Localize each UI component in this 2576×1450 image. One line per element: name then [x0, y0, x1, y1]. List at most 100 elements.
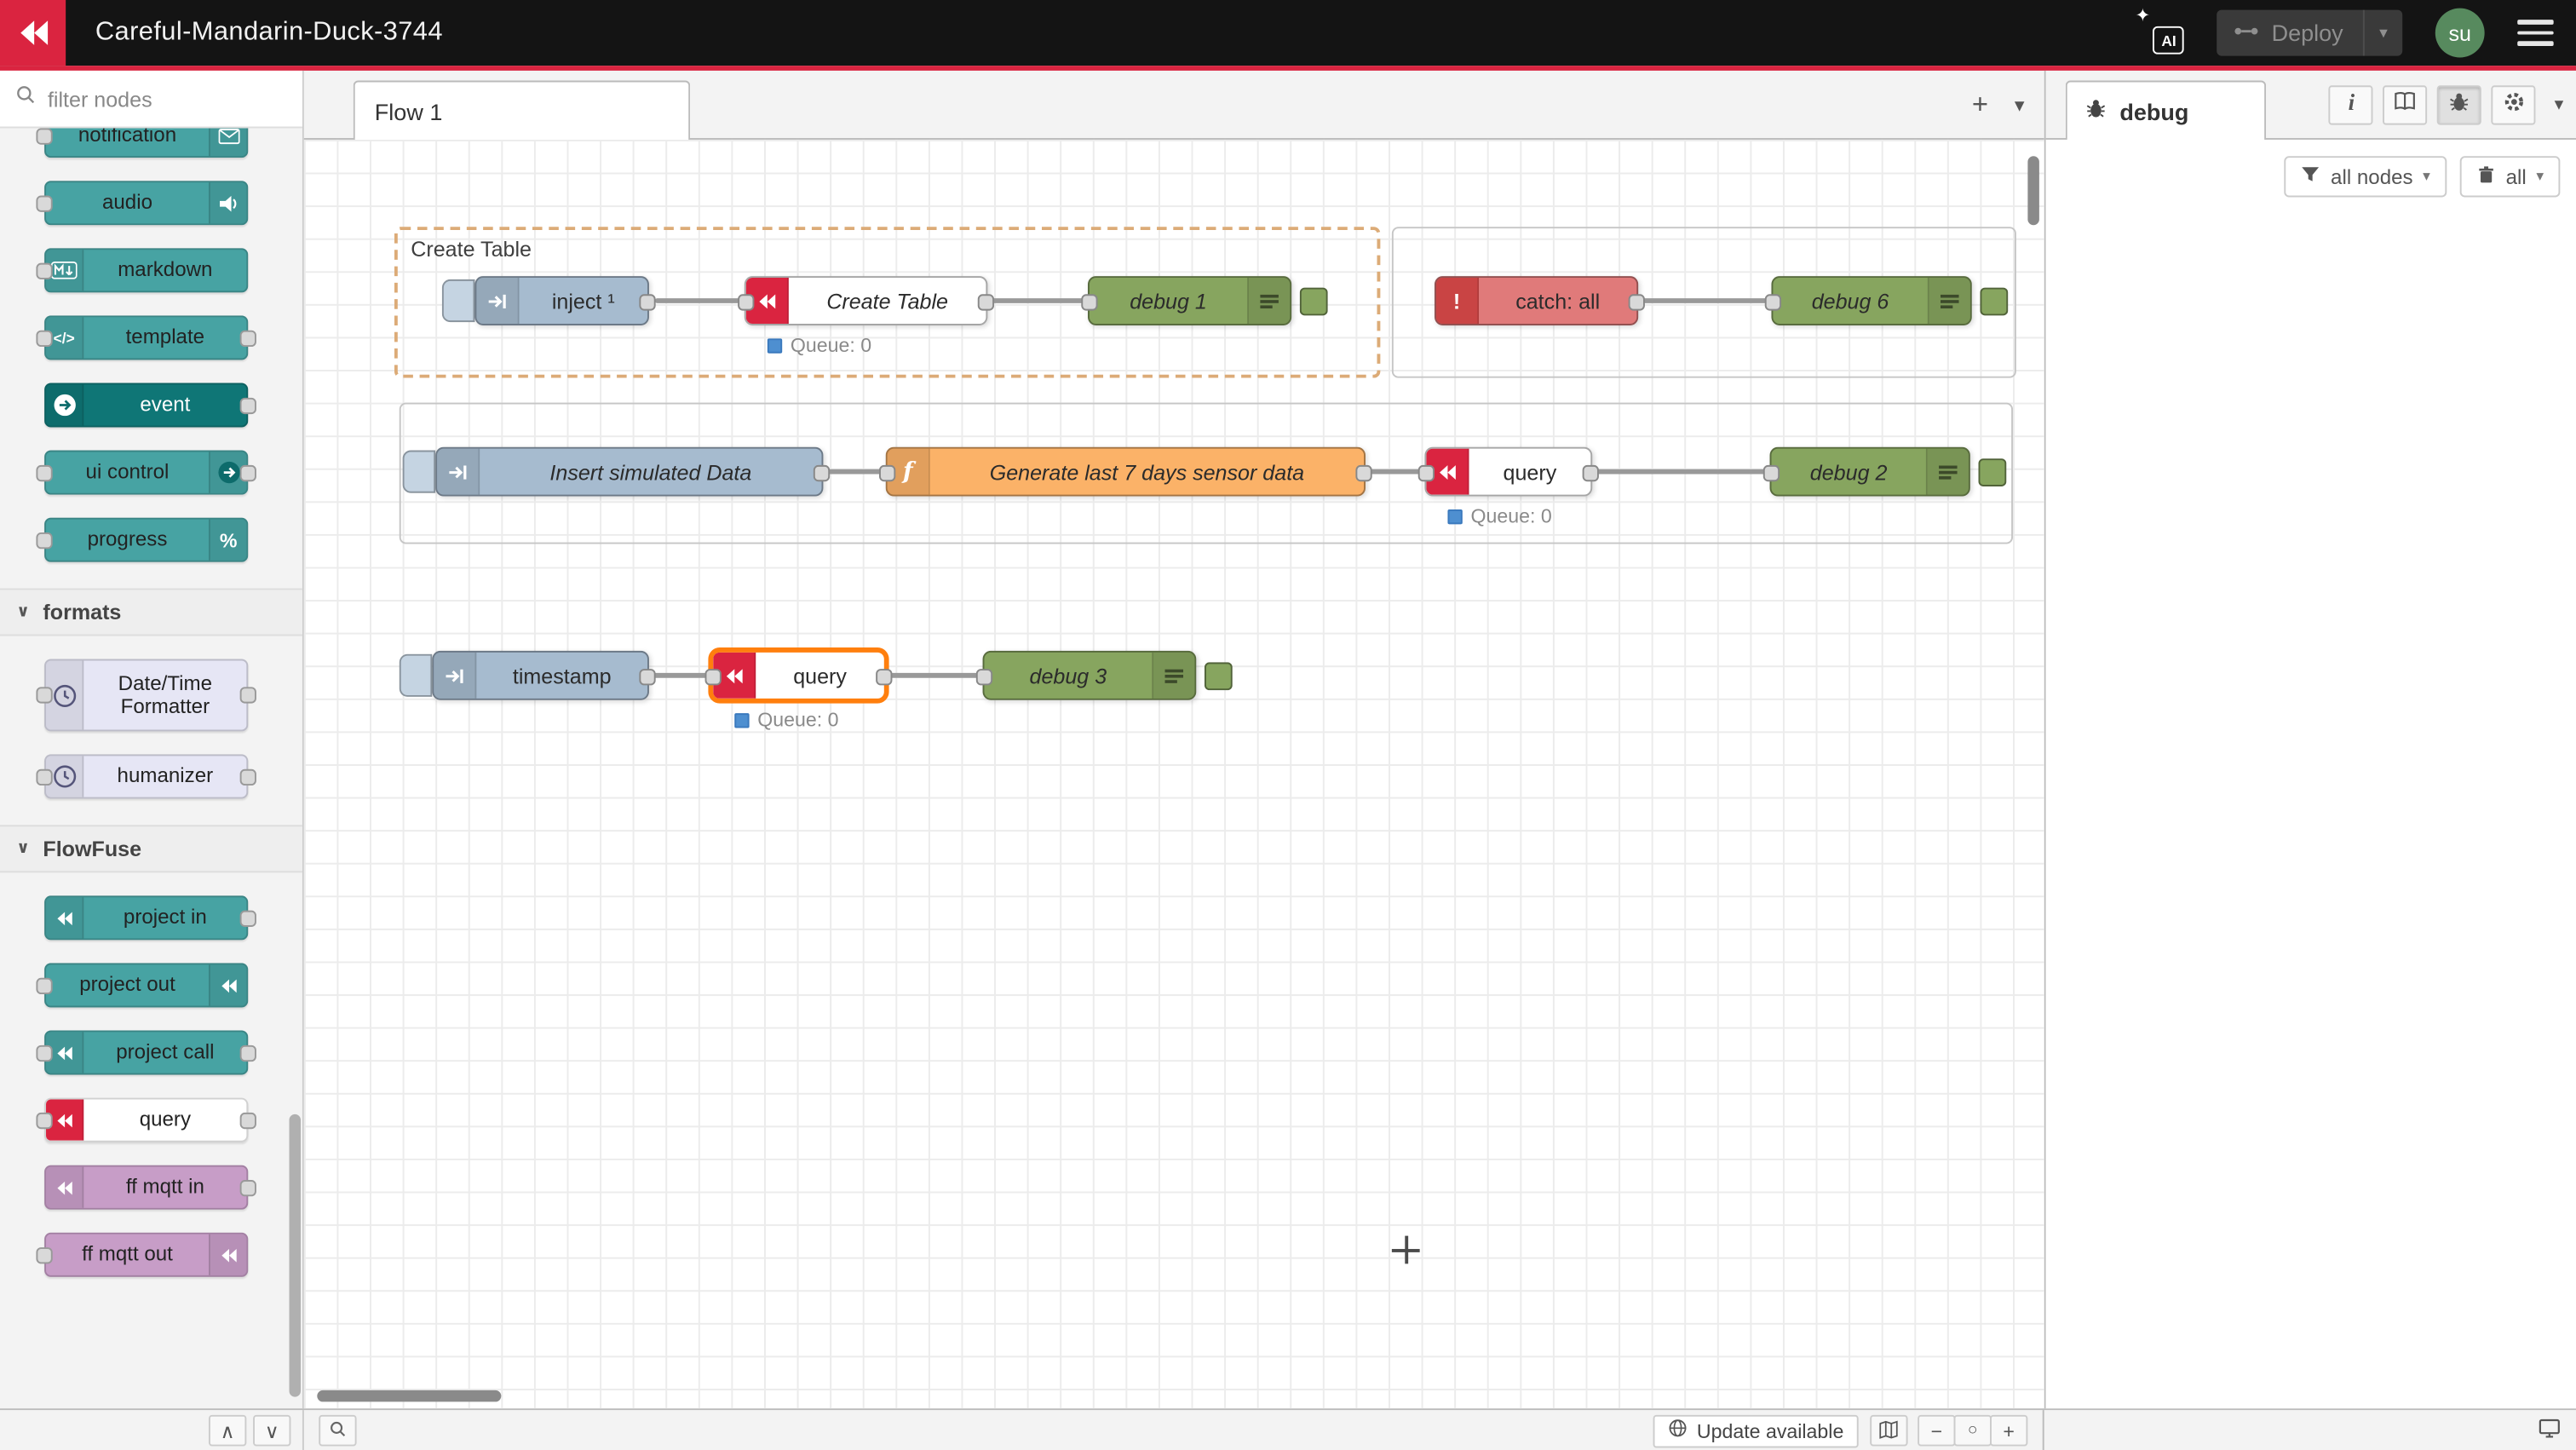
port-in[interactable] [976, 669, 992, 685]
node-label: inject ¹ [520, 278, 647, 324]
tab-flow-1[interactable]: Flow 1 [354, 81, 690, 140]
node-timestamp[interactable]: timestamp [432, 651, 649, 700]
port-out[interactable] [1355, 465, 1371, 481]
palette-section-formats[interactable]: ∨ formats [0, 589, 302, 636]
add-flow-button[interactable]: + [1972, 88, 1988, 121]
update-available-button[interactable]: Update available [1653, 1414, 1859, 1447]
palette-node-project-out[interactable]: project out [44, 963, 248, 1007]
debug-toolbar: all nodes ▾ all ▾ [2046, 140, 2576, 210]
navigator-toggle-button[interactable] [1870, 1415, 1907, 1447]
debug-tab-button[interactable] [2438, 85, 2482, 124]
palette-node-ui-control[interactable]: ui control [44, 451, 248, 495]
debug-filter-button[interactable]: all nodes ▾ [2285, 156, 2447, 197]
port-in[interactable] [879, 465, 895, 481]
port-in[interactable] [1418, 465, 1435, 481]
palette-node-notification[interactable]: notification [44, 128, 248, 158]
palette-node-project-in[interactable]: project in [44, 895, 248, 940]
main-menu-button[interactable] [2517, 20, 2553, 46]
deploy-button[interactable]: Deploy [2217, 10, 2363, 56]
port-in[interactable] [1763, 465, 1780, 481]
palette-node-event[interactable]: event [44, 383, 248, 427]
info-tab-button[interactable]: i [2329, 85, 2373, 124]
node-debug-2[interactable]: debug 2 [1770, 447, 1970, 497]
palette-node-progress[interactable]: progress % [44, 518, 248, 562]
port-out [240, 1044, 256, 1061]
port-out[interactable] [978, 294, 994, 310]
node-label: Generate last 7 days sensor data [930, 449, 1364, 495]
sidebar-options-caret[interactable]: ▾ [2555, 94, 2564, 117]
palette-node-ff-mqtt-out[interactable]: ff mqtt out [44, 1233, 248, 1277]
debug-toggle-button[interactable] [1300, 288, 1328, 316]
debug-messages-area[interactable] [2046, 210, 2576, 1408]
node-query-selected[interactable]: query [711, 651, 885, 700]
flow-list-caret[interactable]: ▾ [2015, 93, 2025, 116]
node-label: timestamp [476, 653, 647, 699]
node-create-table[interactable]: Create Table [745, 276, 987, 325]
debug-clear-button[interactable]: all ▾ [2460, 156, 2561, 197]
inject-button[interactable] [400, 654, 433, 697]
deploy-options-caret[interactable]: ▾ [2363, 10, 2402, 56]
port-out[interactable] [639, 669, 655, 685]
port-out[interactable] [639, 294, 655, 310]
search-flows-button[interactable] [319, 1415, 356, 1447]
palette-node-project-call[interactable]: project call [44, 1030, 248, 1074]
debug-toggle-button[interactable] [1205, 662, 1233, 690]
port-in [36, 977, 52, 993]
book-icon [2394, 90, 2418, 120]
node-inject-1[interactable]: inject ¹ [474, 276, 648, 325]
zoom-out-button[interactable]: − [1918, 1415, 1955, 1447]
help-tab-button[interactable] [2383, 85, 2428, 124]
palette-node-ff-mqtt-in[interactable]: ff mqtt in [44, 1165, 248, 1210]
port-out[interactable] [1629, 294, 1645, 310]
flowfuse-icon [46, 897, 83, 938]
port-out[interactable] [1583, 465, 1599, 481]
node-insert-simulated-data[interactable]: Insert simulated Data [435, 447, 823, 497]
zoom-reset-button[interactable]: ○ [1954, 1415, 1992, 1447]
port-in[interactable] [1081, 294, 1097, 310]
port-out[interactable] [876, 669, 892, 685]
sidebar-tabbar: debug i [2046, 71, 2576, 140]
debug-toggle-button[interactable] [1980, 288, 2008, 316]
debug-toggle-button[interactable] [1979, 458, 2007, 486]
percent-icon: % [209, 520, 246, 561]
palette-node-humanizer[interactable]: humanizer [44, 754, 248, 798]
status-text: Queue: 0 [791, 334, 871, 357]
avatar-initials: su [2448, 20, 2470, 45]
inject-button[interactable] [403, 451, 436, 493]
open-debug-window-button[interactable] [2537, 1417, 2562, 1445]
node-debug-1[interactable]: debug 1 [1088, 276, 1291, 325]
port-in[interactable] [705, 669, 722, 685]
config-tab-button[interactable] [2492, 85, 2536, 124]
palette-node-audio[interactable]: audio [44, 181, 248, 225]
palette-search-input[interactable] [48, 86, 288, 111]
palette-section-flowfuse[interactable]: ∨ FlowFuse [0, 825, 302, 872]
node-status: Queue: 0 [1447, 504, 1551, 527]
palette-collapse-all-button[interactable]: ∧ [209, 1415, 246, 1447]
palette-scrollbar[interactable] [290, 1114, 302, 1397]
tab-debug[interactable]: debug [2066, 81, 2266, 140]
palette-node-query[interactable]: query [44, 1098, 248, 1142]
node-debug-6[interactable]: debug 6 [1771, 276, 1971, 325]
palette-node-datetime-formatter[interactable]: Date/Time Formatter [44, 659, 248, 732]
inject-button[interactable] [442, 279, 475, 322]
node-generate-sensor-data[interactable]: f Generate last 7 days sensor data [886, 447, 1366, 497]
port-in[interactable] [1765, 294, 1781, 310]
user-avatar[interactable]: su [2435, 9, 2485, 58]
ai-assistant-button[interactable]: ✦ AI [2135, 10, 2188, 56]
canvas-horizontal-scrollbar[interactable] [317, 1390, 501, 1402]
canvas-vertical-scrollbar[interactable] [2027, 156, 2039, 225]
node-debug-3[interactable]: debug 3 [983, 651, 1197, 700]
debug-console-icon [1926, 449, 1969, 495]
hamburger-icon [2517, 20, 2553, 25]
flow-canvas[interactable]: Create Table [304, 140, 2044, 1408]
node-catch-all[interactable]: ! catch: all [1435, 276, 1638, 325]
node-query-mid[interactable]: query [1424, 447, 1592, 497]
port-in[interactable] [738, 294, 754, 310]
section-label: FlowFuse [43, 837, 141, 861]
palette-node-template[interactable]: </> template [44, 315, 248, 360]
port-out[interactable] [814, 465, 830, 481]
flowfuse-logo-icon[interactable] [0, 0, 66, 66]
palette-expand-all-button[interactable]: ∨ [253, 1415, 290, 1447]
palette-node-markdown[interactable]: markdown [44, 248, 248, 292]
zoom-in-button[interactable]: + [1990, 1415, 2027, 1447]
